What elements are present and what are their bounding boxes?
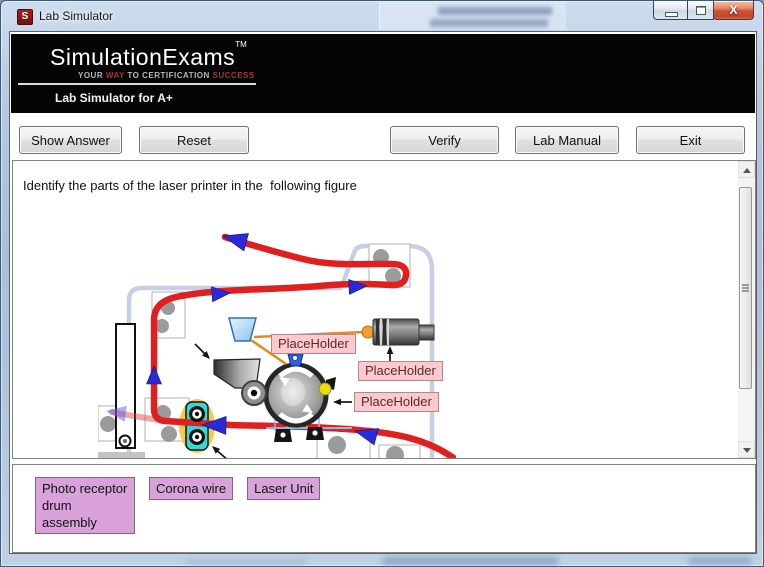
scroll-up-button[interactable] — [738, 161, 755, 178]
laser-emitter — [361, 318, 435, 346]
placeholder-drop-target-laser[interactable]: PlaceHolder — [271, 334, 356, 354]
close-icon: X — [729, 3, 738, 17]
answer-bank: Photo receptor drum assembly Corona wire… — [35, 477, 321, 534]
printer-base — [98, 452, 145, 458]
window-controls: X — [653, 1, 754, 20]
window-title: Lab Simulator — [39, 9, 114, 23]
scroll-down-button[interactable] — [738, 441, 755, 458]
answer-bank-panel: Photo receptor drum assembly Corona wire… — [12, 464, 756, 553]
tagline-part: WAY — [103, 71, 125, 80]
minimize-icon — [665, 12, 678, 17]
draggable-label-laser-unit[interactable]: Laser Unit — [247, 477, 321, 500]
question-panel: Identify the parts of the laser printer … — [12, 160, 756, 459]
app-window: S Lab Simulator X SimulationExamsTM YOUR… — [0, 0, 764, 567]
verify-button[interactable]: Verify — [390, 126, 499, 154]
trademark-mark: TM — [235, 40, 247, 49]
maximize-icon — [696, 6, 706, 15]
close-button[interactable]: X — [713, 1, 754, 20]
draggable-label-corona-wire[interactable]: Corona wire — [149, 477, 234, 500]
banner-divider — [18, 83, 256, 85]
laser-printer-diagram: PlaceHolder PlaceHolder PlaceHolder — [97, 224, 459, 458]
lab-manual-button[interactable]: Lab Manual — [515, 126, 619, 154]
draggable-label-photo-receptor[interactable]: Photo receptor drum assembly — [35, 477, 135, 534]
glass-smudge — [186, 559, 306, 565]
tagline-part: YOUR — [78, 71, 104, 80]
scrollbar-thumb[interactable] — [739, 187, 752, 389]
vertical-scrollbar[interactable] — [738, 161, 755, 458]
photo-receptor-drum — [263, 362, 329, 428]
placeholder-drop-target-emitter[interactable]: PlaceHolder — [358, 361, 443, 381]
tagline-part: TO CERTIFICATION — [124, 71, 210, 80]
title-bar[interactable]: S Lab Simulator X — [1, 1, 763, 31]
glass-smudge — [383, 557, 558, 565]
show-answer-button[interactable]: Show Answer — [19, 126, 122, 154]
scroll-up-icon — [743, 168, 751, 173]
question-text: Identify the parts of the laser printer … — [23, 178, 357, 193]
placeholder-drop-target-drum[interactable]: PlaceHolder — [354, 392, 439, 412]
scrollbar-grip — [742, 284, 749, 286]
maximize-button[interactable] — [687, 1, 714, 20]
client-area: SimulationExamsTM YOUR WAY TO CERTIFICAT… — [9, 31, 757, 554]
product-title: Lab Simulator for A+ — [55, 91, 173, 105]
exit-button[interactable]: Exit — [636, 126, 745, 154]
drum-clip — [287, 353, 304, 367]
brand-tagline: YOUR WAY TO CERTIFICATION SUCCESS — [78, 71, 255, 80]
scroll-down-icon — [743, 448, 751, 453]
brand-banner: SimulationExamsTM YOUR WAY TO CERTIFICAT… — [11, 34, 755, 113]
tagline-part: SUCCESS — [209, 71, 255, 80]
reset-button[interactable]: Reset — [139, 126, 249, 154]
paper-tray-bar — [115, 323, 136, 449]
glass-smudge — [689, 557, 751, 565]
app-icon: S — [17, 9, 33, 25]
laser-unit-shape — [228, 317, 257, 342]
brand-name: SimulationExams — [50, 44, 236, 70]
minimize-button[interactable] — [653, 1, 688, 20]
brand-logo: SimulationExamsTM — [50, 40, 247, 71]
developer-roller — [241, 380, 267, 406]
